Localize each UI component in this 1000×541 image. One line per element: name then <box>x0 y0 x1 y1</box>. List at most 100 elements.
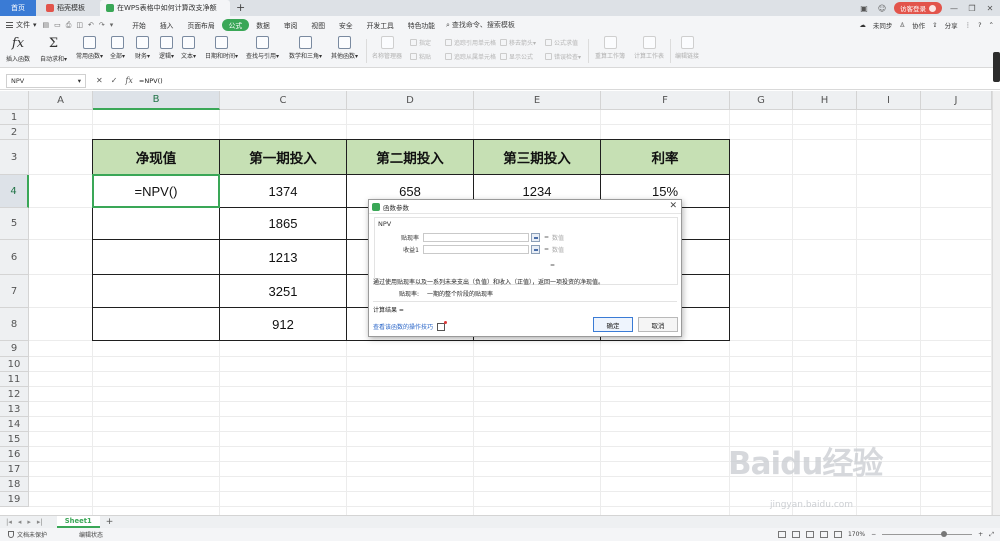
error-check-button[interactable]: 错误检查▾ <box>545 52 581 61</box>
table-header-cell[interactable]: 利率 <box>600 139 730 175</box>
more-icon[interactable]: ▾ <box>110 21 114 30</box>
all-functions-button[interactable]: 全部▾ <box>110 36 125 60</box>
collab-button[interactable]: 协作 <box>912 20 925 30</box>
row-header-18[interactable]: 18 <box>0 477 29 492</box>
trace-dependents-button[interactable]: 追踪从属单元格 <box>445 52 496 61</box>
tab-template[interactable]: 稻壳模板 <box>40 0 96 16</box>
row-header-16[interactable]: 16 <box>0 447 29 462</box>
protection-status[interactable]: 文档未保护 <box>8 530 47 539</box>
file-menu[interactable]: 文件 ▾ <box>0 20 43 30</box>
name-manager-button[interactable]: 名称管理器 <box>372 36 402 60</box>
table-header-cell[interactable]: 第三期投入 <box>473 139 601 175</box>
first-sheet-icon[interactable]: |◂ <box>6 518 12 526</box>
column-header-e[interactable]: E <box>474 91 601 110</box>
name-box[interactable]: NPV ▾ <box>6 73 86 88</box>
table-header-cell[interactable]: 第二期投入 <box>346 139 474 175</box>
table-header-cell[interactable]: 第一期投入 <box>219 139 347 175</box>
minimize-icon[interactable]: — <box>948 4 960 13</box>
save-icon[interactable]: ▤ <box>43 21 50 30</box>
arg-rate-input[interactable] <box>423 232 529 242</box>
menu-security[interactable]: 安全 <box>332 20 360 30</box>
finance-button[interactable]: 财务▾ <box>135 36 150 60</box>
row-header-10[interactable]: 10 <box>0 357 29 372</box>
evaluate-formula-button[interactable]: 公式求值 <box>545 38 578 47</box>
tab-home[interactable]: 首页 <box>0 0 36 16</box>
row-header-9[interactable]: 9 <box>0 341 29 357</box>
menu-formula[interactable]: 公式 <box>221 19 250 31</box>
normal-view-icon[interactable] <box>791 531 800 538</box>
function-tips-link[interactable]: 查看该函数的操作技巧 <box>373 320 448 331</box>
row-header-6[interactable]: 6 <box>0 240 29 275</box>
close-icon[interactable]: ✕ <box>984 4 996 13</box>
select-all-corner[interactable] <box>0 91 29 110</box>
sheet-tab-sheet1[interactable]: Sheet1 <box>56 516 100 528</box>
row-header-3[interactable]: 3 <box>0 140 29 175</box>
row-header-8[interactable]: 8 <box>0 308 29 341</box>
table-cell[interactable]: 1865 <box>219 207 347 240</box>
new-tab-plus-icon[interactable]: + <box>236 1 245 14</box>
dialog-close-icon[interactable]: ✕ <box>669 201 677 211</box>
column-header-b[interactable]: B <box>93 91 220 110</box>
common-functions-button[interactable]: 常用函数▾ <box>76 36 103 60</box>
row-header-17[interactable]: 17 <box>0 462 29 477</box>
maximize-icon[interactable]: ❐ <box>966 4 978 13</box>
column-header-f[interactable]: F <box>601 91 730 110</box>
paste-button[interactable]: 粘贴 <box>410 52 431 61</box>
menu-view[interactable]: 视图 <box>304 20 332 30</box>
table-header-cell[interactable]: 净现值 <box>92 139 220 175</box>
remove-arrows-button[interactable]: 移去箭头▾ <box>500 38 536 47</box>
layout-icon[interactable]: ▣ <box>858 4 870 13</box>
table-cell[interactable]: 3251 <box>219 274 347 308</box>
page-layout-view-icon[interactable] <box>805 531 814 538</box>
fx-icon[interactable]: fx <box>125 76 132 85</box>
row-header-15[interactable]: 15 <box>0 432 29 447</box>
column-header-i[interactable]: I <box>857 91 921 110</box>
menu-review[interactable]: 审阅 <box>277 20 305 30</box>
math-button[interactable]: 数学和三角▾ <box>289 36 322 60</box>
menu-start[interactable]: 开始 <box>125 20 153 30</box>
column-header-a[interactable]: A <box>29 91 93 110</box>
zoom-level[interactable]: 170% <box>848 531 865 538</box>
row-header-4[interactable]: 4 <box>0 175 29 208</box>
lookup-button[interactable]: 查找与引用▾ <box>246 36 279 60</box>
tab-document[interactable]: 在WPS表格中如何计算改支净额 <box>100 0 230 16</box>
table-cell[interactable] <box>92 239 220 275</box>
row-header-14[interactable]: 14 <box>0 417 29 432</box>
table-cell[interactable]: 1374 <box>219 174 347 208</box>
page-break-view-icon[interactable] <box>819 531 828 538</box>
logic-button[interactable]: 逻辑▾ <box>159 36 174 60</box>
ok-button[interactable]: 确定 <box>593 317 633 332</box>
last-sheet-icon[interactable]: ▸| <box>37 518 43 526</box>
help-icon[interactable]: ? <box>978 21 981 29</box>
table-cell[interactable]: 912 <box>219 307 347 341</box>
range-select-icon[interactable] <box>531 232 540 242</box>
column-header-d[interactable]: D <box>347 91 474 110</box>
share-button[interactable]: 分享 <box>945 20 958 30</box>
command-search[interactable]: ⌕ 查找命令、搜索模板 <box>446 20 515 30</box>
zoom-slider-knob[interactable] <box>940 531 947 537</box>
undo-icon[interactable]: ↶ <box>88 21 94 30</box>
autosum-button[interactable]: Σ 自动求和▾ <box>40 36 67 63</box>
recalc-workbook-button[interactable]: 重算工作簿 <box>595 36 625 60</box>
zoom-out-icon[interactable]: − <box>871 531 876 538</box>
column-header-c[interactable]: C <box>220 91 347 110</box>
text-button[interactable]: 文本▾ <box>181 36 196 60</box>
row-header-5[interactable]: 5 <box>0 208 29 240</box>
calc-sheet-button[interactable]: 计算工作表 <box>634 36 664 60</box>
arg-value1-input[interactable] <box>423 244 529 254</box>
login-button[interactable]: 访客登录 <box>894 2 942 14</box>
user-icon[interactable]: ☺ <box>876 4 888 13</box>
eye-view-icon[interactable] <box>777 531 786 538</box>
formula-input[interactable]: =NPV() <box>139 77 163 85</box>
redo-icon[interactable]: ↷ <box>99 21 105 30</box>
row-header-1[interactable]: 1 <box>0 110 29 125</box>
row-header-19[interactable]: 19 <box>0 492 29 507</box>
fullscreen-icon[interactable]: ⤢ <box>989 531 994 539</box>
prev-sheet-icon[interactable]: ◂ <box>18 518 22 526</box>
row-header-11[interactable]: 11 <box>0 372 29 387</box>
menu-insert[interactable]: 插入 <box>153 20 181 30</box>
trace-precedents-button[interactable]: 追踪引用单元格 <box>445 38 496 47</box>
side-panel-handle[interactable] <box>993 52 1000 82</box>
table-cell[interactable] <box>92 307 220 341</box>
table-cell[interactable] <box>92 274 220 308</box>
